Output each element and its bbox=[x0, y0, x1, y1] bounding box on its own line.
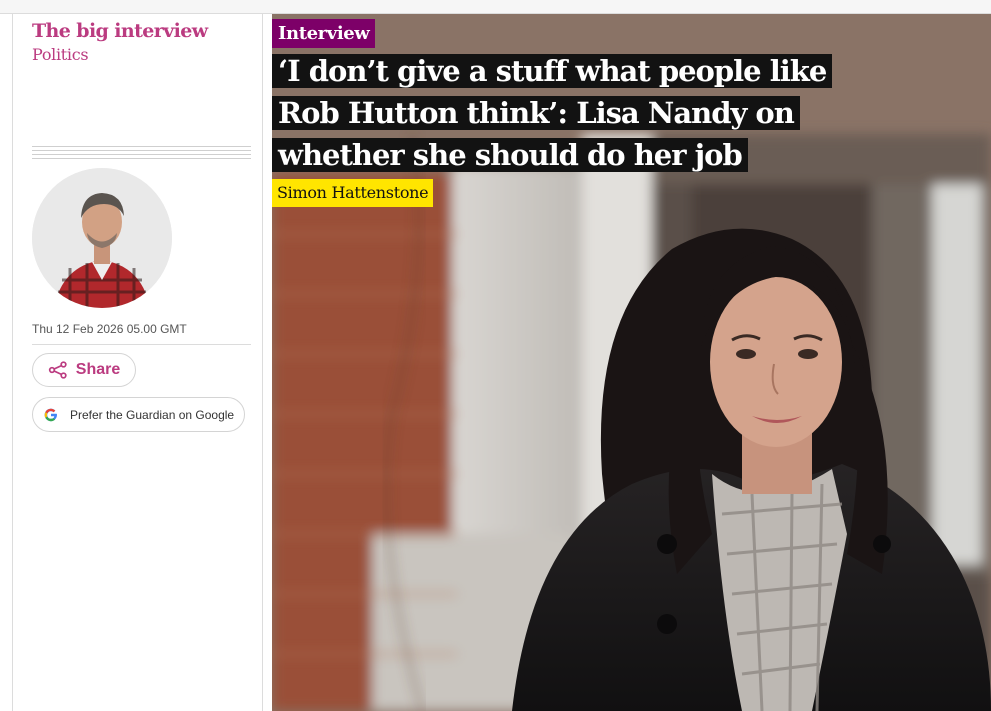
meta-divider bbox=[32, 344, 251, 345]
column-divider bbox=[262, 14, 263, 711]
share-icon bbox=[48, 361, 67, 379]
google-icon bbox=[44, 408, 57, 421]
meta-separator-rules bbox=[32, 146, 251, 162]
series-link[interactable]: The big interview bbox=[32, 20, 208, 42]
article-kicker[interactable]: Interview bbox=[272, 19, 376, 48]
section-link[interactable]: Politics bbox=[32, 45, 89, 64]
prefer-guardian-on-google-button[interactable]: Prefer the Guardian on Google bbox=[32, 397, 245, 432]
author-byline[interactable]: Simon Hattenstone bbox=[272, 179, 434, 207]
headline-text: ‘I don’t give a stuff what people like R… bbox=[272, 54, 833, 172]
google-preference-label: Prefer the Guardian on Google bbox=[70, 407, 235, 422]
article-headline: ‘I don’t give a stuff what people like R… bbox=[272, 50, 857, 176]
share-label: Share bbox=[75, 361, 121, 378]
left-column-rule bbox=[12, 14, 13, 711]
publication-date: Thu 12 Feb 2026 05.00 GMT bbox=[32, 322, 187, 336]
author-avatar bbox=[32, 168, 172, 308]
share-button[interactable]: Share bbox=[32, 353, 136, 387]
browser-top-strip bbox=[0, 0, 991, 14]
